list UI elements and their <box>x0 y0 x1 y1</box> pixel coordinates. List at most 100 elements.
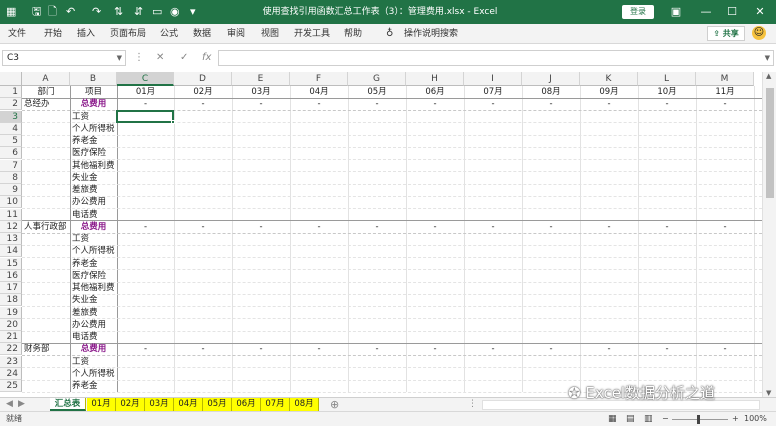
expense-item[interactable]: 养老金 <box>72 258 117 270</box>
total-value-cell[interactable]: - <box>406 98 464 110</box>
column-header-d[interactable]: D <box>174 72 232 86</box>
total-value-cell[interactable]: - <box>348 221 406 233</box>
total-value-cell[interactable]: - <box>232 343 290 355</box>
total-value-cell[interactable]: - <box>348 343 406 355</box>
sheet-tab-month[interactable]: 04月 <box>174 398 203 411</box>
folder-icon[interactable]: ▭ <box>152 5 162 19</box>
expense-item[interactable]: 其他福利费 <box>72 282 117 294</box>
total-value-cell[interactable]: - <box>638 343 696 355</box>
total-value-cell[interactable]: - <box>464 221 522 233</box>
tab-home[interactable]: 开始 <box>44 27 62 41</box>
row-header-14[interactable]: 14 <box>0 245 22 258</box>
tab-developer[interactable]: 开发工具 <box>294 27 330 41</box>
add-sheet-icon[interactable]: ⊕ <box>330 398 339 411</box>
share-button[interactable]: ⇪ 共享 <box>707 26 745 41</box>
tab-formulas[interactable]: 公式 <box>160 27 178 41</box>
expense-item[interactable]: 电话费 <box>72 209 117 221</box>
sheet-tab-month[interactable]: 06月 <box>232 398 261 411</box>
total-value-cell[interactable]: - <box>522 98 580 110</box>
row-header-5[interactable]: 5 <box>0 135 22 147</box>
expense-item[interactable]: 工资 <box>72 356 117 368</box>
column-header-k[interactable]: K <box>580 72 638 86</box>
tell-me-search[interactable]: 操作说明搜索 <box>404 27 458 41</box>
column-header-h[interactable]: H <box>406 72 464 86</box>
total-expense-label[interactable]: 总费用 <box>70 343 117 355</box>
tab-page-layout[interactable]: 页面布局 <box>110 27 146 41</box>
undo-icon[interactable]: ↶ <box>66 5 75 19</box>
column-header-j[interactable]: J <box>522 72 580 86</box>
total-value-cell[interactable]: - <box>290 98 348 110</box>
sheet-tab-month[interactable]: 03月 <box>145 398 174 411</box>
row-header-3[interactable]: 3 <box>0 110 22 123</box>
total-value-cell[interactable]: - <box>117 98 174 110</box>
total-value-cell[interactable]: - <box>232 98 290 110</box>
save-icon[interactable]: 🖫 <box>32 5 41 19</box>
row-header-1[interactable]: 1 <box>0 86 22 98</box>
column-header-b[interactable]: B <box>70 72 117 86</box>
total-value-cell[interactable]: - <box>580 221 638 233</box>
sheet-tab-summary[interactable]: 汇总表 <box>50 398 86 411</box>
insert-function-icon[interactable]: fx <box>202 51 211 65</box>
row-header-6[interactable]: 6 <box>0 147 22 160</box>
department-name[interactable]: 人事行政部 <box>24 221 72 233</box>
row-header-13[interactable]: 13 <box>0 233 22 245</box>
total-value-cell[interactable]: - <box>522 221 580 233</box>
vertical-scroll-thumb[interactable] <box>766 88 774 198</box>
department-name[interactable]: 总经办 <box>24 98 72 110</box>
expense-item[interactable]: 养老金 <box>72 380 117 392</box>
row-header-11[interactable]: 11 <box>0 208 22 221</box>
tab-insert[interactable]: 插入 <box>77 27 95 41</box>
cancel-formula-icon[interactable]: ✕ <box>156 51 164 65</box>
expense-item[interactable]: 养老金 <box>72 135 117 147</box>
sheet-tab-month[interactable]: 01月 <box>87 398 116 411</box>
row-header-19[interactable]: 19 <box>0 306 22 319</box>
redo-icon[interactable]: ↷ <box>92 5 101 19</box>
total-expense-label[interactable]: 总费用 <box>70 98 117 110</box>
column-header-i[interactable]: I <box>464 72 522 86</box>
zoom-slider-thumb[interactable] <box>697 415 700 424</box>
expense-item[interactable]: 个人所得税 <box>72 368 117 380</box>
ribbon-display-icon[interactable]: ▣ <box>662 4 690 20</box>
column-header-g[interactable]: G <box>348 72 406 86</box>
next-sheet-icon[interactable]: ▶ <box>18 398 25 411</box>
total-value-cell[interactable]: - <box>232 221 290 233</box>
row-header-18[interactable]: 18 <box>0 294 22 307</box>
close-icon[interactable]: ✕ <box>746 4 774 20</box>
column-header-e[interactable]: E <box>232 72 290 86</box>
sort-desc-icon[interactable]: ⇵ <box>134 5 143 19</box>
total-value-cell[interactable]: - <box>290 343 348 355</box>
row-header-16[interactable]: 16 <box>0 269 22 282</box>
column-header-c[interactable]: C <box>117 72 174 86</box>
row-header-8[interactable]: 8 <box>0 171 22 184</box>
prev-sheet-icon[interactable]: ◀ <box>6 398 13 411</box>
sheet-tab-month[interactable]: 02月 <box>116 398 145 411</box>
row-header-10[interactable]: 10 <box>0 196 22 209</box>
department-name[interactable]: 财务部 <box>24 343 72 355</box>
sheet-tab-month[interactable]: 08月 <box>290 398 319 411</box>
row-header-12[interactable]: 12 <box>0 220 22 233</box>
row-header-25[interactable]: 25 <box>0 380 22 392</box>
total-value-cell[interactable]: - <box>290 221 348 233</box>
expense-item[interactable]: 医疗保险 <box>72 270 117 282</box>
total-expense-label[interactable]: 总费用 <box>70 221 117 233</box>
fill-handle[interactable] <box>171 119 175 124</box>
total-value-cell[interactable]: - <box>174 343 232 355</box>
chevron-down-icon[interactable]: ▼ <box>117 51 122 65</box>
sheet-tab-month[interactable]: 07月 <box>261 398 290 411</box>
expense-item[interactable]: 电话费 <box>72 331 117 343</box>
tab-help[interactable]: 帮助 <box>344 27 362 41</box>
total-value-cell[interactable]: - <box>522 343 580 355</box>
row-header-24[interactable]: 24 <box>0 367 22 380</box>
total-value-cell[interactable]: - <box>696 221 754 233</box>
minimize-icon[interactable]: — <box>692 4 720 20</box>
total-value-cell[interactable]: - <box>174 98 232 110</box>
feedback-smiley-icon[interactable]: ☺ <box>752 26 766 40</box>
tab-data[interactable]: 数据 <box>193 27 211 41</box>
expense-item[interactable]: 失业金 <box>72 294 117 306</box>
total-value-cell[interactable]: - <box>580 98 638 110</box>
row-header-2[interactable]: 2 <box>0 98 22 111</box>
expense-item[interactable]: 办公费用 <box>72 319 117 331</box>
column-header-a[interactable]: A <box>22 72 70 86</box>
total-value-cell[interactable]: - <box>638 221 696 233</box>
zoom-in-icon[interactable]: + <box>732 412 739 426</box>
